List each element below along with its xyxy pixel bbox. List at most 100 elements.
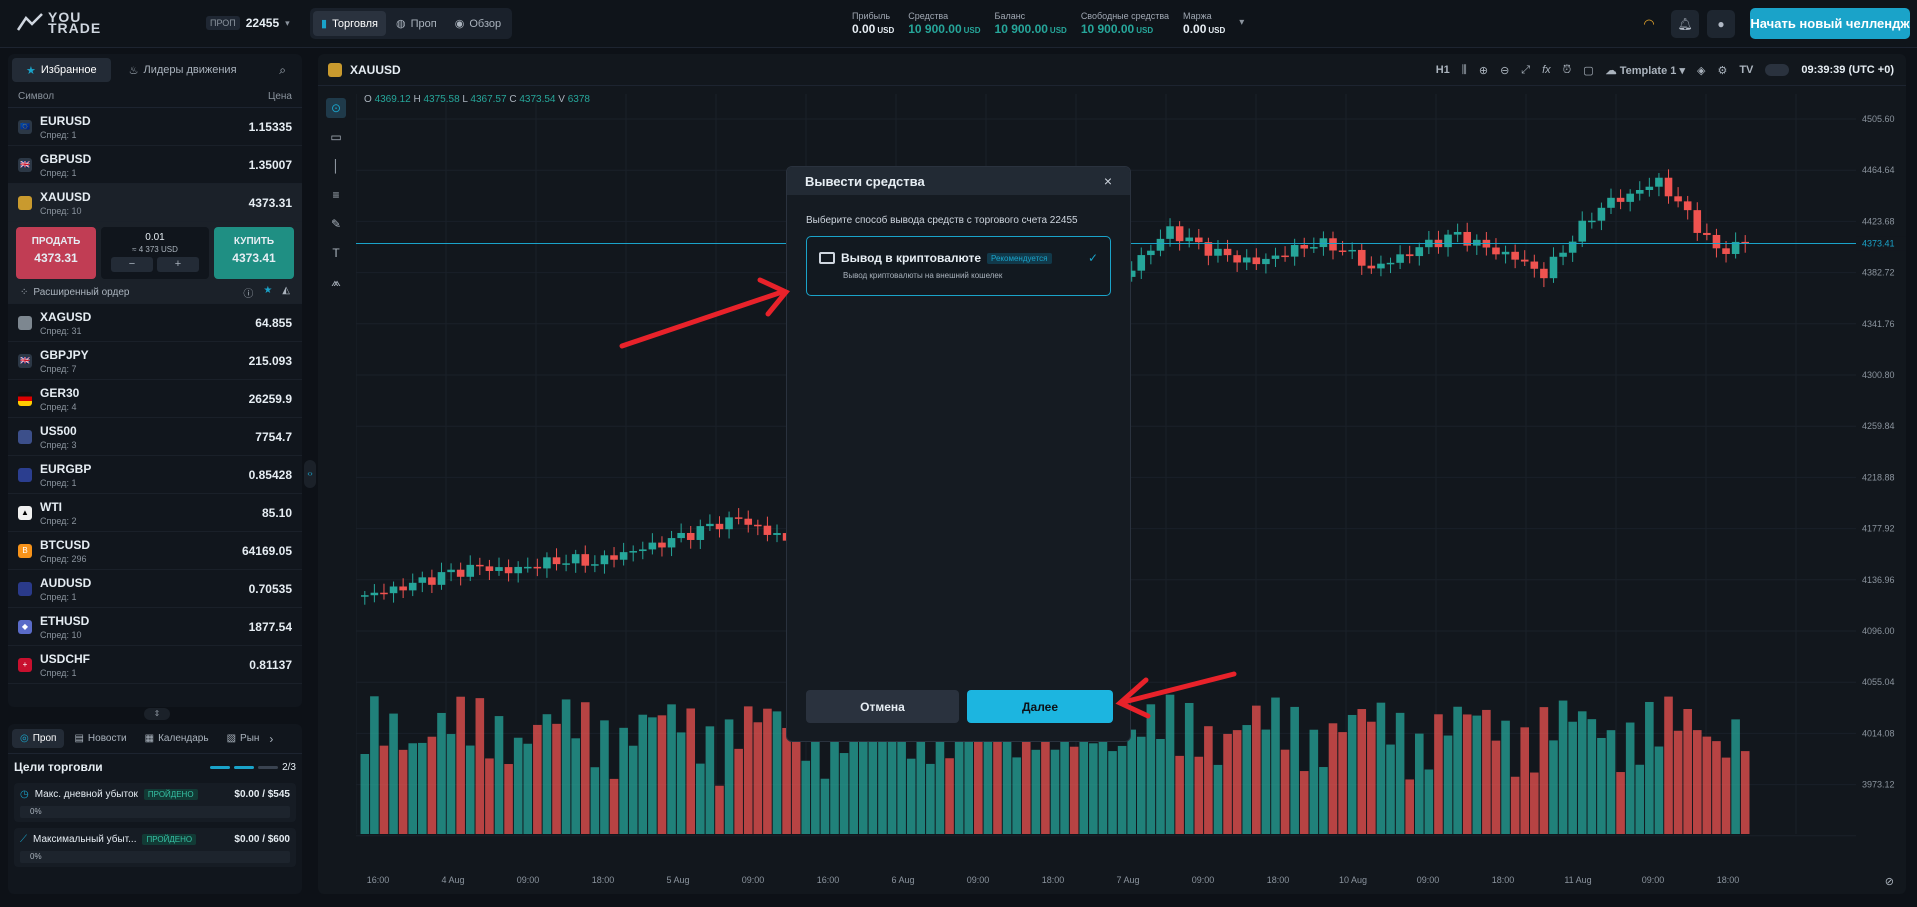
candle xyxy=(1616,197,1625,202)
tab-overview[interactable]: ◉ Обзор xyxy=(447,11,509,36)
candle xyxy=(1214,248,1222,256)
tab-calendar[interactable]: ▦ Календарь xyxy=(137,729,217,748)
crypto-withdraw-option[interactable]: Вывод в криптовалюте Рекомендуется ✓ Выв… xyxy=(806,236,1111,296)
stat-label: Свободные средства xyxy=(1080,11,1170,21)
user-icon[interactable]: ● xyxy=(1707,10,1735,38)
goals-count: 2/3 xyxy=(282,761,296,773)
close-icon[interactable]: × xyxy=(1104,173,1112,189)
volume-bar xyxy=(1501,720,1510,834)
candles-icon[interactable]: ⫼ xyxy=(1462,64,1467,77)
zoom-in-icon[interactable]: ⊕ xyxy=(1479,64,1488,77)
price: 85.10 xyxy=(261,505,292,520)
stat-value: 10 900.00 xyxy=(908,22,962,36)
volume-bar xyxy=(945,758,954,834)
advanced-order[interactable]: ⁘ Расширенный ордер ⓘ ★ ◭ xyxy=(8,282,302,304)
candle xyxy=(706,523,714,527)
volume-bar xyxy=(1664,696,1673,834)
tab-markets[interactable]: ▧ Рын xyxy=(219,729,268,748)
toggle-switch[interactable] xyxy=(1765,64,1790,76)
volume-bar xyxy=(811,733,820,834)
list-item[interactable]: B BTCUSD Спред: 296 64169.05 xyxy=(8,532,302,570)
alarm-icon[interactable]: ⏰︎ xyxy=(1563,64,1572,77)
price: 64169.05 xyxy=(241,543,292,558)
bell-icon[interactable]: ◭ xyxy=(282,285,290,300)
watchlist-panel: ★ Избранное ♨ Лидеры движения ⌕ Символ Цена… xyxy=(8,54,302,707)
start-challenge-button[interactable]: Начать новый челлендж xyxy=(1750,8,1910,39)
flag-icon xyxy=(18,581,32,596)
list-item-selected[interactable]: XAUUSD Спред: 10 4373.31 xyxy=(8,184,302,222)
list-item[interactable]: EURGBP Спред: 1 0.85428 xyxy=(8,456,302,494)
list-item[interactable]: ◆ ETHUSD Спред: 10 1877.54 xyxy=(8,608,302,646)
tab-news[interactable]: ▤ Новости xyxy=(66,729,134,748)
volume-bar xyxy=(1376,702,1386,834)
cancel-button[interactable]: Отмена xyxy=(806,690,959,723)
time-tick-label: 5 Aug xyxy=(666,875,689,885)
volume-bar xyxy=(1242,725,1252,834)
layers-icon[interactable]: ◈ xyxy=(1697,64,1705,77)
volume-bar xyxy=(1280,749,1290,834)
buy-button[interactable]: КУПИТЬ 4373.41 xyxy=(214,227,294,279)
time-tick-label: 11 Aug xyxy=(1564,875,1591,885)
logo[interactable]: YOU TRADE xyxy=(16,10,100,35)
list-item[interactable]: 🇬🇧 GBPJPY Спред: 7 215.093 xyxy=(8,342,302,380)
volume-bar xyxy=(983,731,993,834)
square-icon[interactable]: ▢ xyxy=(1583,64,1593,77)
sell-button[interactable]: ПРОДАТЬ 4373.31 xyxy=(16,227,96,279)
lot-value[interactable]: 0.01 xyxy=(101,232,209,243)
tab-prop[interactable]: ◍ Проп xyxy=(388,11,445,36)
list-item[interactable]: 🇪🇺 EURUSD Спред: 1 1.15335 xyxy=(8,108,302,146)
template-selector[interactable]: ☁ Template 1 ▾ xyxy=(1606,64,1685,77)
pencil-icon[interactable]: ✎ xyxy=(326,214,346,234)
stat-profit: Прибыль 0.00 USD xyxy=(852,11,894,36)
candle xyxy=(619,552,628,560)
crosshair-icon[interactable]: ⊙ xyxy=(326,98,346,118)
timeframe-selector[interactable]: H1 xyxy=(1436,64,1450,76)
symbol-name: EURUSD xyxy=(40,113,91,128)
list-item[interactable]: XAGUSD Спред: 31 64.855 xyxy=(8,304,302,342)
fit-icon[interactable]: ⤢ xyxy=(1521,64,1530,77)
candle xyxy=(1501,251,1510,255)
star-icon[interactable]: ★ xyxy=(263,285,272,300)
volume-bar xyxy=(782,727,791,834)
volume-bar xyxy=(1472,715,1482,834)
ruler-icon[interactable]: ▭ xyxy=(326,127,346,147)
volume-bar xyxy=(1031,749,1041,834)
chart-header: XAUUSD H1 ⫼ ⊕ ⊖ ⤢ fx ⏰︎ ▢ ☁ Template 1 ▾… xyxy=(318,54,1906,86)
list-item[interactable]: AUDUSD Спред: 1 0.70535 xyxy=(8,570,302,608)
tab-top-movers[interactable]: ♨ Лидеры движения xyxy=(115,58,251,82)
stats-expand-icon[interactable]: ▾ xyxy=(1239,11,1244,36)
list-item[interactable]: 🇬🇧 GBPUSD Спред: 1 1.35007 xyxy=(8,146,302,184)
tab-trading[interactable]: ▮ Торговля xyxy=(313,11,387,36)
list-item[interactable]: + USDCHF Спред: 1 0.81137 xyxy=(8,646,302,684)
indicators-icon[interactable]: fx xyxy=(1542,64,1551,76)
bell-icon[interactable]: 🔔︎ xyxy=(1671,10,1699,38)
info-icon[interactable]: ⓘ xyxy=(243,285,253,300)
tab-prop[interactable]: ◎ Проп xyxy=(12,729,65,748)
lot-decrease-button[interactable]: − xyxy=(111,257,153,272)
panel-resize-handle[interactable]: ⇕ xyxy=(144,708,170,720)
gear-icon[interactable]: ⚙ xyxy=(1717,64,1727,77)
zoom-out-icon[interactable]: ⊖ xyxy=(1500,64,1509,77)
list-item[interactable]: ▲ WTI Спред: 2 85.10 xyxy=(8,494,302,532)
list-item[interactable]: US500 Спред: 3 7754.7 xyxy=(8,418,302,456)
vertical-line-icon[interactable]: │ xyxy=(326,156,346,176)
chevron-right-icon[interactable]: › xyxy=(269,732,273,746)
lot-increase-button[interactable]: + xyxy=(157,257,199,272)
flag-icon xyxy=(18,429,32,444)
sidebar-collapse-handle[interactable]: ‹› xyxy=(304,460,316,488)
chevron-down-icon: ▾ xyxy=(285,17,290,28)
horizontal-lines-icon[interactable]: ≡ xyxy=(326,185,346,205)
next-button[interactable]: Далее xyxy=(967,690,1113,723)
trend-icon: ⟋ xyxy=(20,834,27,845)
tab-label: Проп xyxy=(32,733,57,744)
tab-favorites[interactable]: ★ Избранное xyxy=(12,58,111,82)
spread: Спред: 10 xyxy=(40,205,82,216)
list-item[interactable]: GER30 Спред: 4 26259.9 xyxy=(8,380,302,418)
candle xyxy=(543,557,551,569)
account-selector[interactable]: ПРОП 22455 ▾ xyxy=(206,16,290,30)
reset-icon[interactable]: ⊘ xyxy=(1885,875,1894,888)
pattern-icon[interactable]: ⩕ xyxy=(326,272,346,292)
search-icon[interactable]: ⌕ xyxy=(279,63,286,78)
text-icon[interactable]: T xyxy=(326,243,346,263)
time-tick-label: 09:00 xyxy=(1642,875,1665,885)
